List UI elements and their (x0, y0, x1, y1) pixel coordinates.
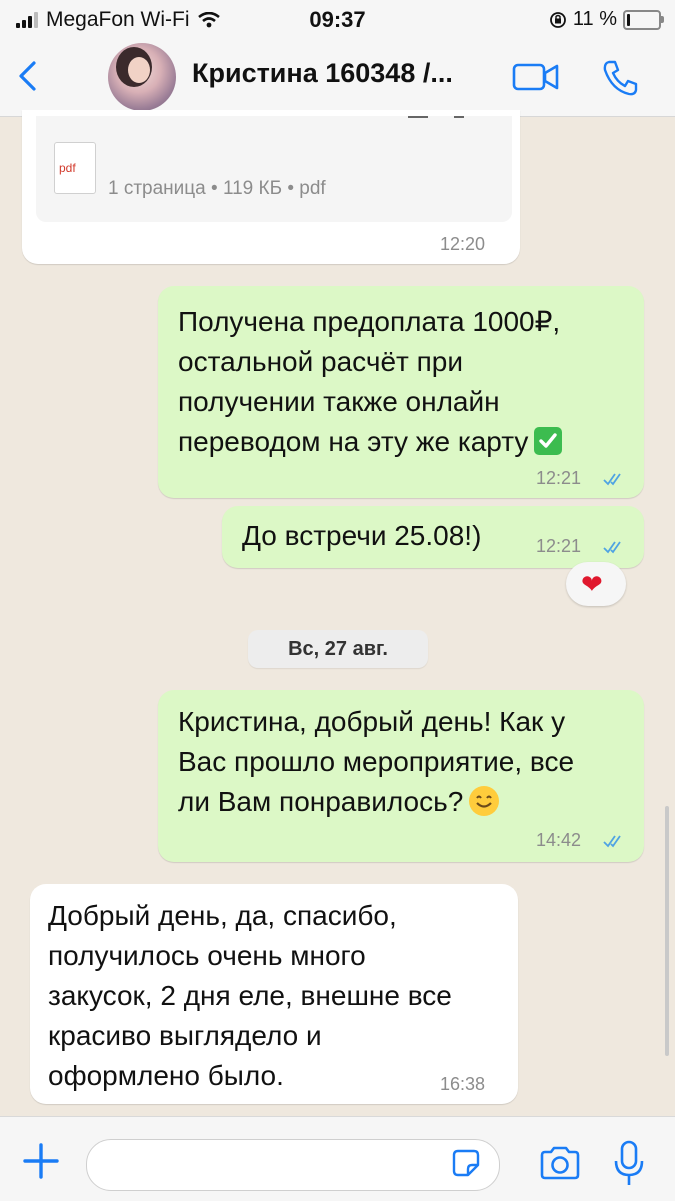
battery-icon (623, 9, 664, 30)
microphone-icon[interactable] (612, 1139, 646, 1189)
battery-percent: 11 % (572, 8, 617, 30)
check-mark-button-icon (534, 427, 563, 455)
video-call-icon[interactable] (512, 61, 560, 93)
orientation-lock-icon (549, 11, 566, 28)
message-text: Кристина, добрый день! Как у Вас прошло … (178, 706, 575, 817)
document-preview[interactable] (36, 116, 512, 222)
message-input[interactable] (86, 1139, 500, 1191)
back-chevron-icon[interactable] (12, 58, 46, 94)
outgoing-message[interactable]: Получена предоплата 1000₽, остальной рас… (158, 286, 644, 498)
avatar[interactable] (108, 43, 176, 111)
read-ticks-icon (603, 835, 621, 848)
message-text: До встречи 25.08!) (242, 520, 482, 551)
camera-icon[interactable] (538, 1145, 582, 1181)
voice-call-icon[interactable] (600, 58, 640, 98)
contact-name[interactable]: Кристина 160348 /... (192, 58, 453, 89)
outgoing-message[interactable]: До встречи 25.08!) 12:21 (222, 506, 644, 568)
sticker-icon[interactable] (450, 1147, 482, 1179)
outgoing-message[interactable]: Кристина, добрый день! Как у Вас прошло … (158, 690, 644, 862)
message-time: 12:21 (536, 536, 582, 556)
heart-icon: ❤ (581, 569, 603, 599)
heart-reaction[interactable]: ❤ (566, 562, 626, 606)
message-time: 12:20 (440, 234, 486, 254)
message-text: Получена предоплата 1000₽, остальной рас… (178, 302, 563, 462)
chat-header: Кристина 160348 /... (0, 36, 675, 117)
composer-bar (0, 1116, 675, 1201)
battery-info: 11 % (549, 8, 664, 31)
message-time: 16:38 (440, 1074, 486, 1094)
plus-icon[interactable] (21, 1141, 61, 1181)
read-ticks-icon (603, 541, 621, 554)
date-separator: Вс, 27 авг. (248, 630, 428, 668)
incoming-message[interactable]: Добрый день, да, спасибо, получилось оче… (30, 884, 518, 1104)
document-title-fragment (408, 116, 464, 118)
smiling-face-icon (469, 786, 500, 816)
pdf-file-icon: pdf (54, 142, 96, 194)
status-bar: MegaFon Wi-Fi 09:37 11 % (0, 0, 675, 36)
message-time: 14:42 (536, 830, 582, 850)
message-text: Добрый день, да, спасибо, получилось оче… (48, 900, 452, 1091)
read-ticks-icon (603, 473, 621, 486)
document-meta: 1 страница • 119 КБ • pdf (108, 178, 326, 199)
message-time: 12:21 (536, 468, 582, 488)
scrollbar[interactable] (665, 806, 669, 1056)
